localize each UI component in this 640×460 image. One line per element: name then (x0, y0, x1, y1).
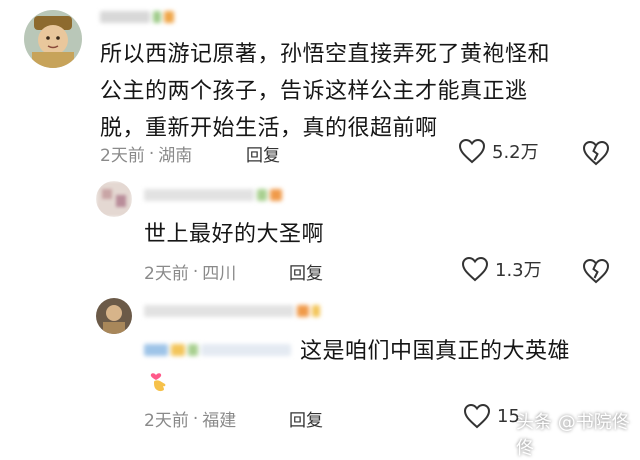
avatar-commenter-1[interactable] (24, 10, 82, 68)
comment-text: 所以西游记原著，孙悟空直接弄死了黄袍怪和 公主的两个孩子，告诉这样公主才能真正逃… (100, 36, 620, 147)
like-count: 1.3万 (495, 260, 542, 281)
comment-time: 2天前 (144, 411, 189, 431)
comment-meta: 2天前 · 福建 (144, 406, 237, 432)
reply-button[interactable]: 回复 (246, 141, 280, 166)
like-count: 5.2万 (492, 142, 539, 163)
avatar-commenter-3[interactable] (96, 298, 132, 334)
dislike-button[interactable] (582, 258, 610, 288)
comment-location: 四川 (202, 264, 237, 284)
heart-hand-emoji (148, 368, 170, 392)
avatar-image (96, 181, 132, 217)
broken-heart-icon (582, 140, 610, 166)
avatar-image (24, 10, 82, 68)
broken-heart-icon (582, 258, 610, 284)
comment-meta: 2天前 · 湖南 (100, 141, 193, 167)
comment-location: 湖南 (158, 146, 193, 166)
avatar-image (96, 298, 132, 334)
avatar-commenter-2[interactable] (96, 181, 132, 217)
meta-separator: · (148, 143, 155, 164)
comment-text: 世上最好的大圣啊 (144, 216, 324, 253)
reply-button[interactable]: 回复 (289, 406, 323, 431)
comment-time: 2天前 (100, 146, 145, 166)
comment-location: 福建 (202, 411, 237, 431)
comment-meta: 2天前 · 四川 (144, 259, 237, 285)
username-blurred[interactable] (144, 186, 282, 204)
comment-text: 这是咱们中国真正的大英雄 (300, 333, 570, 370)
comment-line: 这是咱们中国真正的大英雄 (300, 339, 571, 364)
reply-button[interactable]: 回复 (289, 259, 323, 284)
like-button[interactable]: 1.3万 (461, 256, 542, 282)
like-button[interactable]: 5.2万 (458, 138, 539, 164)
comment-line: 世上最好的大圣啊 (144, 222, 325, 247)
like-button[interactable]: 15 (463, 403, 520, 429)
heart-outline-icon (458, 138, 486, 164)
watermark: 头条 @书院佟佟 (516, 412, 630, 459)
comment-line: 所以西游记原著，孙悟空直接弄死了黄袍怪和 (100, 42, 551, 67)
username-blurred[interactable] (144, 302, 320, 320)
username-blurred[interactable] (100, 8, 174, 26)
comment-time: 2天前 (144, 264, 189, 284)
meta-separator: · (192, 408, 199, 429)
comment-line: 公主的两个孩子，告诉这样公主才能真正逃 (100, 79, 528, 104)
blurred-text-prefix (144, 341, 291, 359)
dislike-button[interactable] (582, 140, 610, 170)
heart-outline-icon (461, 256, 489, 282)
meta-separator: · (192, 261, 199, 282)
heart-outline-icon (463, 403, 491, 429)
